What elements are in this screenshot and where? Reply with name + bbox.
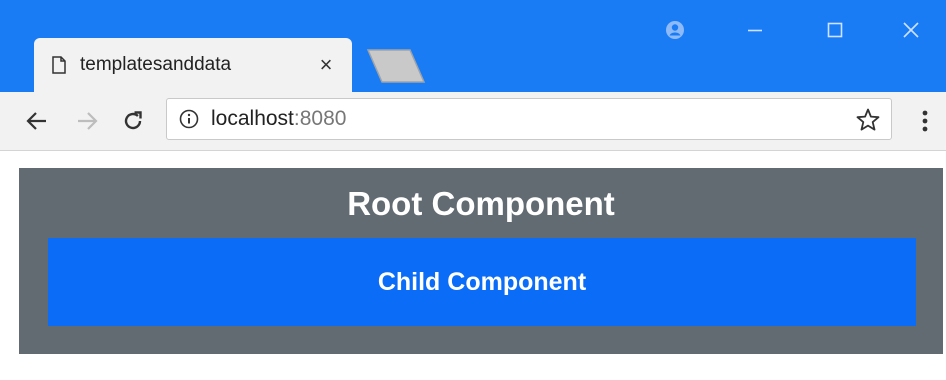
browser-tab[interactable]: templatesanddata × (34, 38, 352, 92)
child-component: Child Component (48, 238, 916, 326)
url-port: :8080 (293, 107, 347, 130)
url-text[interactable]: localhost:8080 (211, 107, 346, 131)
new-tab-icon[interactable] (366, 48, 426, 84)
kebab-menu-icon (922, 110, 928, 132)
document-icon (52, 56, 66, 74)
page-viewport: Root Component Child Component (0, 151, 946, 380)
maximize-icon (827, 22, 843, 38)
tab-close-button[interactable]: × (314, 53, 338, 77)
window-close-button[interactable] (888, 12, 934, 48)
tab-title: templatesanddata (80, 54, 232, 75)
reload-icon (124, 111, 142, 130)
close-icon (903, 22, 919, 38)
minimize-button[interactable] (732, 12, 778, 48)
browser-titlebar: templatesanddata × (0, 0, 946, 92)
url-host: localhost (211, 107, 294, 130)
root-component: Root Component Child Component (19, 168, 943, 354)
reload-button[interactable] (118, 106, 148, 136)
root-component-title: Root Component (347, 185, 615, 222)
minimize-icon (748, 29, 762, 32)
profile-icon (666, 21, 684, 39)
info-icon[interactable] (179, 109, 199, 129)
forward-button[interactable] (72, 106, 102, 136)
forward-arrow-icon (78, 112, 98, 130)
browser-toolbar: localhost:8080 (0, 92, 946, 151)
child-component-title: Child Component (377, 267, 587, 296)
profile-button[interactable] (652, 12, 698, 48)
back-button[interactable] (22, 106, 52, 136)
browser-menu-button[interactable] (912, 106, 938, 136)
back-arrow-icon (26, 112, 46, 130)
address-bar[interactable]: localhost:8080 (166, 98, 892, 140)
star-icon[interactable] (855, 107, 881, 133)
maximize-button[interactable] (812, 12, 858, 48)
